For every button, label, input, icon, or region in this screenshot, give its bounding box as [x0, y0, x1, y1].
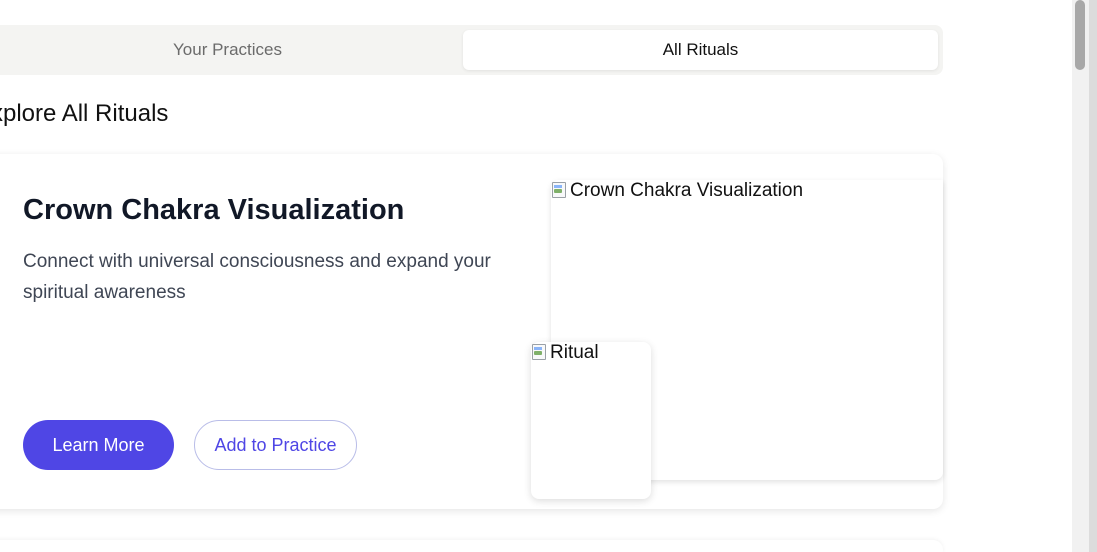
ritual-thumbnail-image: Ritual: [531, 342, 651, 499]
main-image-alt-text: Crown Chakra Visualization: [570, 180, 804, 201]
ritual-description: Connect with universal consciousness and…: [23, 251, 491, 303]
broken-image-icon: [531, 343, 547, 361]
small-image-alt-text: Ritual: [550, 342, 599, 363]
learn-more-button[interactable]: Learn More: [23, 420, 174, 470]
scrollbar-thumb[interactable]: [1075, 0, 1085, 70]
broken-image-icon: [551, 181, 567, 199]
window-edge: [1089, 0, 1097, 552]
small-image-alt: Ritual: [531, 342, 599, 364]
tab-all-rituals[interactable]: All Rituals: [463, 30, 938, 70]
vertical-scrollbar[interactable]: [1072, 0, 1089, 552]
next-ritual-card: [0, 540, 943, 552]
ritual-title: Crown Chakra Visualization: [23, 194, 405, 226]
tab-bar: Your Practices All Rituals: [0, 25, 943, 75]
main-image-alt: Crown Chakra Visualization: [551, 180, 803, 202]
tab-your-practices[interactable]: Your Practices: [0, 30, 455, 70]
section-title: xplore All Rituals: [0, 100, 169, 127]
page: Your Practices All Rituals xplore All Ri…: [0, 0, 1097, 552]
add-to-practice-button[interactable]: Add to Practice: [194, 420, 357, 470]
ritual-card: Crown Chakra Visualization Connect with …: [0, 154, 943, 509]
